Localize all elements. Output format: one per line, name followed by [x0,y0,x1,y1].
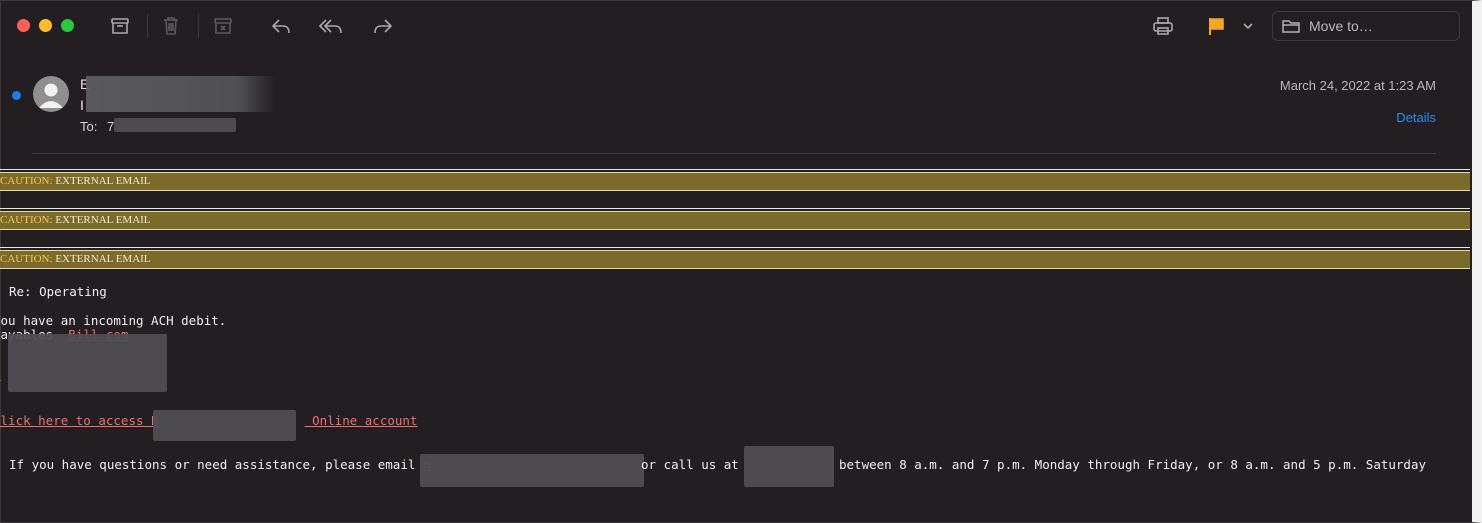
help-call-text: or call us at [641,457,739,472]
reply-all-icon [318,19,342,34]
banner-rule [0,169,1470,170]
junk-button[interactable] [208,12,238,40]
move-to-button[interactable]: Move to… [1272,11,1460,41]
to-label: To: [80,119,98,134]
close-window-button[interactable] [17,19,30,32]
caution-text: EXTERNAL EMAIL [52,253,151,265]
help-line: If you have questions or need assistance… [9,457,430,472]
redaction-recipient [114,118,236,132]
caution-label: CAUTION: [0,175,53,187]
caution-banner: CAUTION: EXTERNAL EMAIL [0,250,1470,269]
minimize-window-button[interactable] [39,19,52,32]
reply-all-button[interactable] [316,12,346,40]
redaction-phone [744,446,834,487]
person-icon [39,83,63,108]
zoom-window-button[interactable] [61,19,74,32]
body-line-4: R [0,369,1,384]
archive-button[interactable] [105,12,135,40]
body-subject: Re: Operating [9,284,107,299]
message-date: March 24, 2022 at 1:23 AM [1279,78,1436,93]
caution-banner: CAUTION: EXTERNAL EMAIL [0,172,1470,191]
redaction-email [420,454,644,487]
folder-icon [1282,20,1300,33]
chevron-down-icon [1243,23,1253,30]
caution-banner: CAUTION: EXTERNAL EMAIL [0,211,1470,230]
unread-indicator [12,91,21,100]
recipient-line: To: 7 [80,119,114,134]
trash-icon [164,17,178,35]
trash-button[interactable] [156,12,186,40]
caution-label: CAUTION: [0,214,53,226]
access-account-link[interactable]: Click here to access B [0,413,159,428]
avatar [33,76,69,112]
forward-button[interactable] [368,12,398,40]
body-line-2: 2 [0,341,1,356]
banner-rule [0,247,1470,248]
print-button[interactable] [1148,12,1178,40]
reply-button[interactable] [266,12,296,40]
toolbar-divider [147,14,148,38]
banner-rule [0,208,1470,209]
toolbar: Move to… [0,0,1472,54]
forward-icon [374,19,393,34]
caution-label: CAUTION: [0,253,53,265]
flag-button[interactable] [1201,12,1231,40]
redaction-bank-name [153,410,296,441]
reply-icon [271,19,290,34]
help-text: If you have questions or need assistance… [9,457,416,472]
caution-text: EXTERNAL EMAIL [52,175,151,187]
sender-address: I [80,97,84,113]
move-to-label: Move to… [1309,18,1373,34]
help-hours-text: between 8 a.m. and 7 p.m. Monday through… [839,457,1426,472]
caution-text: EXTERNAL EMAIL [52,214,151,226]
toolbar-divider [198,14,199,38]
print-icon [1153,17,1173,35]
body-line-debit: You have an incoming ACH debit. [0,313,227,328]
header-divider [32,153,1436,154]
body-line-3: D [0,355,1,370]
details-link[interactable]: Details [1396,110,1436,125]
flag-menu-button[interactable] [1236,12,1260,40]
junk-icon [214,18,232,34]
archive-icon [111,18,129,34]
redaction-sender [86,76,276,112]
access-account-link-end[interactable]: Online account [305,413,417,428]
flag-icon [1209,18,1224,35]
redaction-account-details [8,334,167,392]
